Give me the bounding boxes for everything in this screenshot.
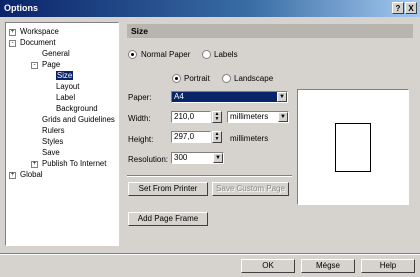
title-bar: Options ? X: [0, 0, 420, 17]
close-icon[interactable]: X: [405, 2, 417, 14]
expand-icon[interactable]: +: [31, 161, 38, 168]
height-input[interactable]: 297,0: [171, 131, 211, 143]
resolution-label: Resolution:: [128, 155, 169, 164]
height-spinner[interactable]: ▲ ▼: [212, 131, 222, 143]
tree-item-document[interactable]: - Document: [9, 38, 56, 48]
set-from-printer-button[interactable]: Set From Printer: [128, 182, 208, 196]
section-divider: [127, 175, 292, 177]
chevron-down-icon[interactable]: ▼: [277, 92, 287, 102]
page-thumbnail: [335, 123, 371, 172]
expand-icon[interactable]: +: [9, 172, 16, 179]
tree-item-size[interactable]: Size: [56, 71, 74, 81]
window-title: Options: [4, 3, 38, 13]
height-label: Height:: [128, 135, 154, 144]
tree-item-save[interactable]: Save: [42, 148, 60, 158]
width-input[interactable]: 210,0: [171, 111, 211, 123]
landscape-label: Landscape: [234, 74, 274, 83]
paper-select[interactable]: A4: [171, 91, 288, 103]
chevron-down-icon[interactable]: ▼: [278, 112, 288, 122]
labels-label: Labels: [214, 50, 238, 59]
help-button[interactable]: Help: [361, 259, 415, 273]
tree-item-grids[interactable]: Grids and Guidelines: [42, 115, 115, 125]
add-page-frame-button[interactable]: Add Page Frame: [128, 212, 208, 226]
labels-radio[interactable]: [202, 50, 211, 59]
ok-button[interactable]: OK: [241, 259, 295, 273]
tree-item-rulers[interactable]: Rulers: [42, 126, 65, 136]
tree-item-workspace[interactable]: + Workspace: [9, 27, 59, 37]
tree-item-global[interactable]: + Global: [9, 170, 43, 180]
tree-item-background[interactable]: Background: [56, 104, 98, 114]
normal-paper-label: Normal Paper: [141, 50, 191, 59]
tree-item-publish[interactable]: + Publish To Internet: [31, 159, 106, 169]
options-tree[interactable]: + Workspace - Document General - Page Si…: [5, 22, 119, 246]
footer-divider: [0, 253, 420, 255]
width-label: Width:: [128, 114, 151, 123]
paper-label: Paper:: [128, 93, 152, 102]
normal-paper-radio[interactable]: [128, 50, 137, 59]
tree-item-general[interactable]: General: [42, 49, 70, 59]
panel-heading: Size: [127, 24, 413, 38]
chevron-down-icon[interactable]: ▼: [213, 153, 223, 163]
width-spinner[interactable]: ▲ ▼: [212, 111, 222, 123]
tree-item-layout[interactable]: Layout: [56, 82, 79, 92]
collapse-icon[interactable]: -: [31, 62, 38, 69]
save-custom-page-button[interactable]: Save Custom Page: [212, 182, 289, 196]
tree-item-page[interactable]: - Page: [31, 60, 60, 70]
help-icon[interactable]: ?: [392, 2, 404, 14]
portrait-radio[interactable]: [172, 74, 181, 83]
tree-item-label[interactable]: Label: [56, 93, 75, 103]
page-preview: [297, 89, 409, 205]
expand-icon[interactable]: +: [9, 29, 16, 36]
landscape-radio[interactable]: [222, 74, 231, 83]
portrait-label: Portrait: [184, 74, 210, 83]
height-unit-label: millimeters: [230, 134, 269, 143]
tree-item-styles[interactable]: Styles: [42, 137, 63, 147]
collapse-icon[interactable]: -: [9, 40, 16, 47]
cancel-button[interactable]: Mégse: [301, 259, 355, 273]
